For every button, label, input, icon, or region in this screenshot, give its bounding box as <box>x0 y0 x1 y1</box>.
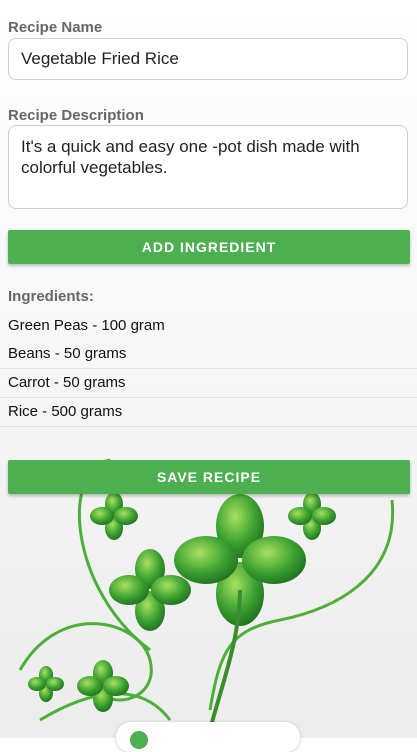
add-ingredient-button[interactable]: ADD INGREDIENT <box>8 230 410 264</box>
clover-icon-small-3 <box>77 660 129 712</box>
list-item[interactable]: Carrot - 50 grams <box>0 369 417 398</box>
clover-icon-small-2 <box>288 492 336 540</box>
list-item[interactable]: Beans - 50 grams <box>0 340 417 369</box>
clover-icon-small-4 <box>28 666 64 702</box>
ingredients-label: Ingredients: <box>8 288 94 305</box>
list-item[interactable]: Green Peas - 100 gram <box>0 312 417 340</box>
clover-icon-small-1 <box>90 492 138 540</box>
toast-icon <box>130 731 148 749</box>
recipe-description-label: Recipe Description <box>8 107 144 124</box>
recipe-name-input[interactable] <box>8 38 408 80</box>
clover-icon-large <box>174 494 306 731</box>
list-item[interactable]: Rice - 500 grams <box>0 398 417 427</box>
bottom-toast <box>116 722 300 752</box>
recipe-name-label: Recipe Name <box>8 19 103 36</box>
ingredients-list: Green Peas - 100 gram Beans - 50 grams C… <box>0 312 417 427</box>
save-recipe-button[interactable]: SAVE RECIPE <box>8 460 410 494</box>
recipe-description-input[interactable]: It's a quick and easy one -pot dish made… <box>8 125 408 209</box>
